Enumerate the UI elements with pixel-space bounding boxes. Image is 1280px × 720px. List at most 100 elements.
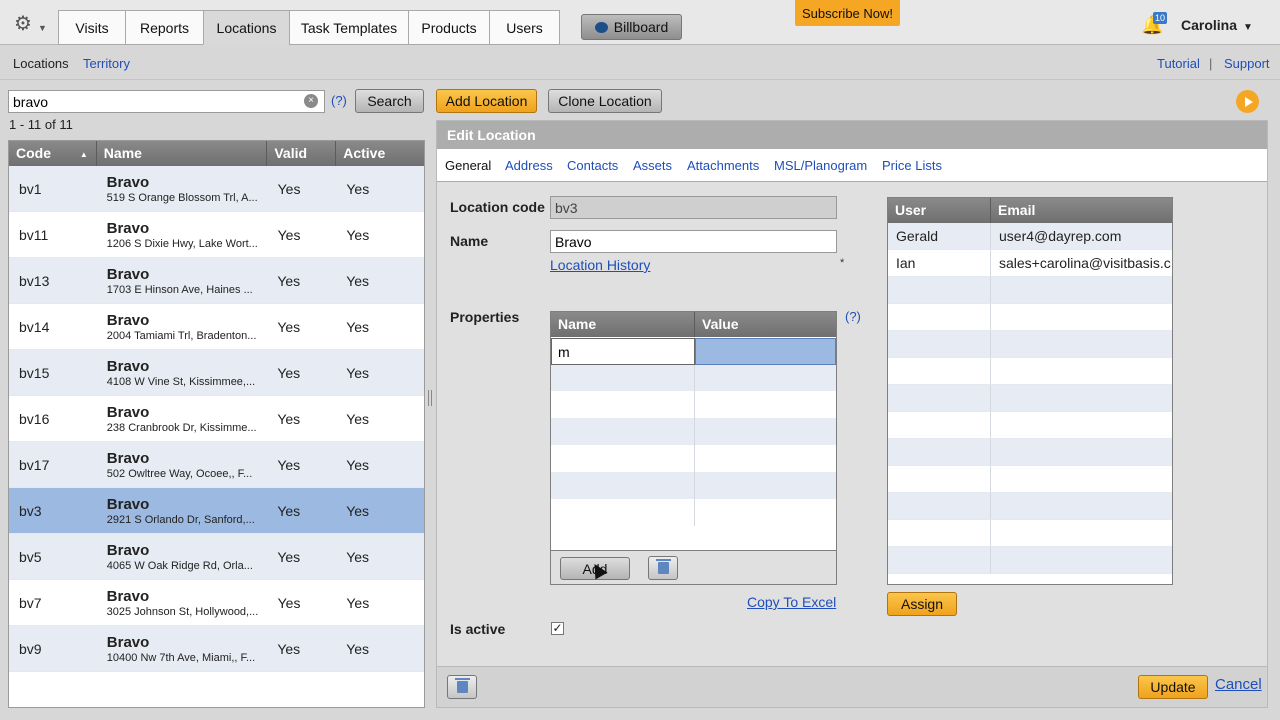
property-row[interactable] (551, 364, 836, 391)
table-row[interactable]: bv9 Bravo 10400 Nw 7th Ave, Miami,, F...… (9, 626, 424, 672)
tab-products[interactable]: Products (408, 10, 489, 45)
column-header-active[interactable]: Active (336, 141, 424, 166)
table-row[interactable]: bv1 Bravo 519 S Orange Blossom Trl, A...… (9, 166, 424, 212)
property-row[interactable] (551, 391, 836, 418)
tab-reports[interactable]: Reports (125, 10, 203, 45)
property-name-cell[interactable] (551, 499, 695, 526)
table-row[interactable]: bv14 Bravo 2004 Tamiami Trl, Bradenton..… (9, 304, 424, 350)
sub-navigation: Locations Territory Tutorial | Support (0, 46, 1280, 80)
panel-splitter-handle[interactable] (428, 390, 432, 406)
property-name-cell[interactable] (551, 364, 695, 391)
search-help-link[interactable]: (?) (331, 93, 347, 108)
table-row[interactable]: bv3 Bravo 2921 S Orlando Dr, Sanford,...… (9, 488, 424, 534)
tab-users[interactable]: Users (489, 10, 560, 45)
property-value-cell[interactable] (695, 445, 836, 472)
property-row[interactable] (551, 499, 836, 526)
tab-locations[interactable]: Locations (203, 10, 289, 45)
user-row[interactable] (888, 439, 1172, 466)
subnav-locations[interactable]: Locations (13, 56, 69, 71)
play-tutorial-icon[interactable] (1236, 90, 1259, 113)
table-row[interactable]: bv15 Bravo 4108 W Vine St, Kissimmee,...… (9, 350, 424, 396)
users-column-email[interactable]: Email (991, 198, 1172, 223)
property-value-cell[interactable] (695, 499, 836, 526)
property-name-cell[interactable] (551, 418, 695, 445)
column-header-code[interactable]: Code ▲ (9, 141, 97, 166)
gear-icon[interactable]: ⚙ ▼ (14, 14, 47, 34)
table-row[interactable]: bv5 Bravo 4065 W Oak Ridge Rd, Orla... Y… (9, 534, 424, 580)
user-menu[interactable]: Carolina ▼ (1181, 17, 1253, 33)
update-button[interactable]: Update (1138, 675, 1208, 699)
assign-button[interactable]: Assign (887, 592, 957, 616)
search-input[interactable] (8, 90, 325, 113)
user-row[interactable]: Gerald user4@dayrep.com (888, 223, 1172, 250)
tab-visits[interactable]: Visits (58, 10, 125, 45)
user-row[interactable] (888, 466, 1172, 493)
user-row[interactable] (888, 385, 1172, 412)
table-row[interactable]: bv17 Bravo 502 Owltree Way, Ocoee,, F...… (9, 442, 424, 488)
property-row[interactable] (551, 445, 836, 472)
user-row[interactable] (888, 331, 1172, 358)
add-location-button[interactable]: Add Location (436, 89, 537, 113)
user-row[interactable] (888, 304, 1172, 331)
properties-column-value[interactable]: Value (695, 312, 836, 337)
tutorial-link[interactable]: Tutorial (1157, 56, 1200, 71)
cell-code: bv13 (19, 272, 50, 289)
support-link[interactable]: Support (1224, 56, 1270, 71)
clone-location-button[interactable]: Clone Location (548, 89, 662, 113)
property-value-cell[interactable] (695, 364, 836, 391)
user-row[interactable] (888, 412, 1172, 439)
delete-property-button[interactable] (648, 556, 678, 580)
user-row[interactable] (888, 547, 1172, 574)
location-name: Bravo (106, 311, 150, 329)
properties-column-name[interactable]: Name (551, 312, 695, 337)
property-value-cell[interactable] (695, 472, 836, 499)
tab-general[interactable]: General (445, 158, 491, 173)
table-row[interactable]: bv16 Bravo 238 Cranbrook Dr, Kissimme...… (9, 396, 424, 442)
property-name-cell[interactable] (551, 472, 695, 499)
property-value-cell[interactable] (695, 418, 836, 445)
property-name-cell[interactable] (551, 445, 695, 472)
property-value-cell[interactable] (695, 391, 836, 418)
billboard-button[interactable]: Billboard (581, 14, 682, 40)
user-row[interactable] (888, 277, 1172, 304)
subnav-territory[interactable]: Territory (83, 56, 130, 71)
user-row[interactable] (888, 520, 1172, 547)
user-cell (888, 412, 991, 438)
location-address: 238 Cranbrook Dr, Kissimme... (106, 421, 257, 434)
table-row[interactable]: bv7 Bravo 3025 Johnson St, Hollywood,...… (9, 580, 424, 626)
properties-help-link[interactable]: (?) (845, 309, 861, 324)
tab-assets[interactable]: Assets (633, 158, 672, 173)
tab-task-templates[interactable]: Task Templates (289, 10, 408, 45)
cell-valid: Yes (277, 226, 301, 243)
column-header-valid[interactable]: Valid (267, 141, 337, 166)
column-header-name[interactable]: Name (97, 141, 268, 166)
search-button[interactable]: Search (355, 89, 424, 113)
users-column-user[interactable]: User (888, 198, 991, 223)
name-field[interactable] (550, 230, 837, 253)
user-row[interactable] (888, 358, 1172, 385)
table-row[interactable]: bv13 Bravo 1703 E Hinson Ave, Haines ...… (9, 258, 424, 304)
location-history-link[interactable]: Location History (550, 257, 650, 273)
cell-name: Bravo 519 S Orange Blossom Trl, A... (97, 166, 268, 211)
property-row[interactable] (551, 418, 836, 445)
property-value-cell[interactable] (695, 338, 836, 365)
clear-search-icon[interactable]: × (304, 94, 318, 108)
delete-location-button[interactable] (447, 675, 477, 699)
subscribe-now-button[interactable]: Subscribe Now! (795, 0, 900, 26)
user-row[interactable]: Ian sales+carolina@visitbasis.c (888, 250, 1172, 277)
tab-price-lists[interactable]: Price Lists (882, 158, 942, 173)
user-row[interactable] (888, 493, 1172, 520)
is-active-checkbox[interactable]: ✓ (551, 622, 564, 635)
cell-valid: Yes (277, 502, 301, 519)
cancel-link[interactable]: Cancel (1215, 676, 1262, 693)
user-cell (888, 439, 991, 465)
copy-to-excel-link[interactable]: Copy To Excel (747, 594, 836, 610)
tab-address[interactable]: Address (505, 158, 553, 173)
property-name-cell[interactable] (551, 391, 695, 418)
table-row[interactable]: bv11 Bravo 1206 S Dixie Hwy, Lake Wort..… (9, 212, 424, 258)
tab-attachments[interactable]: Attachments (687, 158, 759, 173)
property-row[interactable] (551, 472, 836, 499)
tab-msl-planogram[interactable]: MSL/Planogram (774, 158, 867, 173)
tab-contacts[interactable]: Contacts (567, 158, 618, 173)
property-name-input[interactable] (551, 338, 695, 365)
